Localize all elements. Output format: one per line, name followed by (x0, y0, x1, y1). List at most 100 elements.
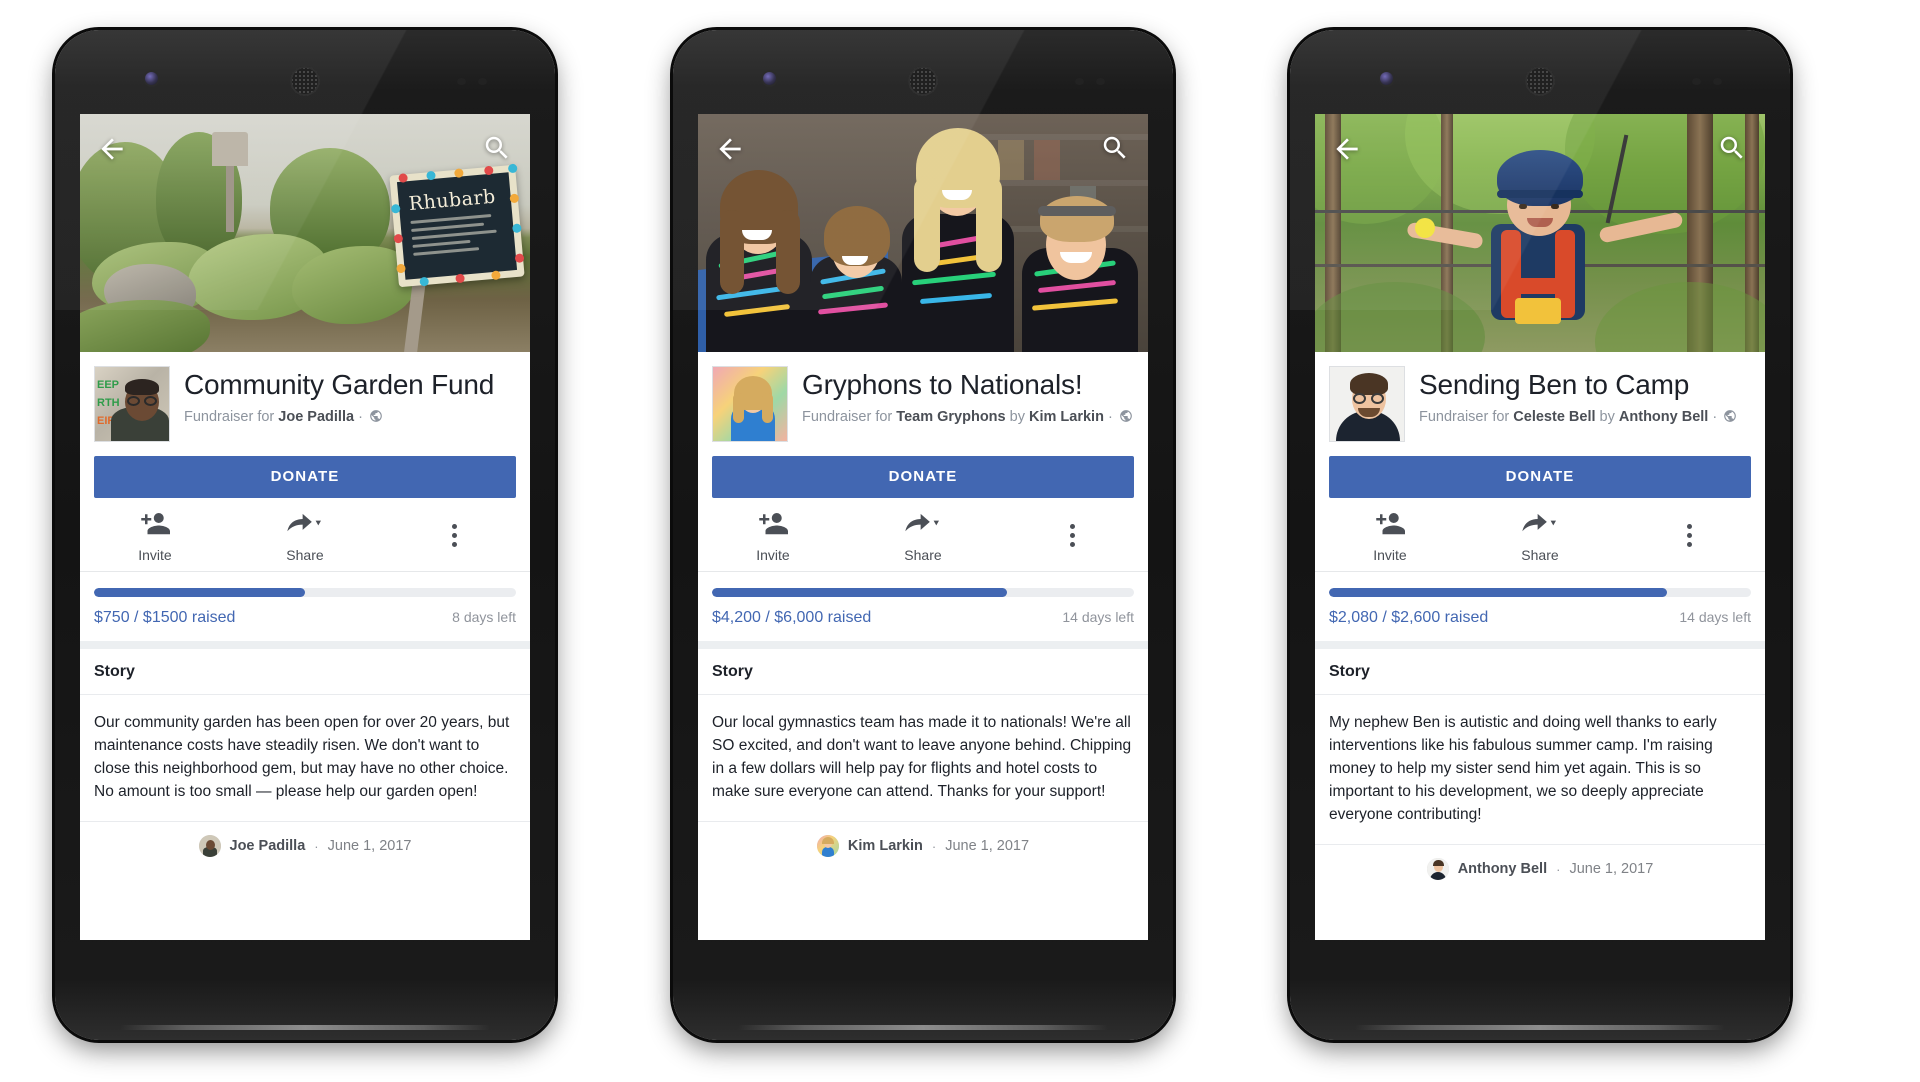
donate-button[interactable]: DONATE (712, 456, 1134, 498)
story-heading: Story (698, 649, 1148, 695)
phone-device-3: Sending Ben to Camp Fundraiser for Celes… (1290, 30, 1790, 1040)
top-nav-3 (1315, 114, 1765, 184)
progress-bar-track (94, 588, 516, 597)
story-byline-3: Anthony Bell · June 1, 2017 (1315, 845, 1765, 893)
days-left: 14 days left (1062, 609, 1134, 625)
search-icon[interactable] (1717, 133, 1749, 165)
organizer-name: Kim Larkin (1029, 409, 1104, 425)
story-text: Our local gymnastics team has made it to… (698, 695, 1148, 822)
front-camera-icon (763, 72, 776, 85)
organizer-prefix: by (1599, 409, 1615, 425)
days-left: 14 days left (1679, 609, 1751, 625)
donate-button[interactable]: DONATE (94, 456, 516, 498)
profile-text-1: Community Garden Fund Fundraiser for Joe… (170, 366, 494, 430)
globe-icon (369, 408, 383, 430)
share-arrow-icon (1520, 508, 1560, 543)
donate-button[interactable]: DONATE (1329, 456, 1751, 498)
author-name[interactable]: Joe Padilla (230, 838, 306, 854)
invite-label: Invite (138, 547, 172, 563)
more-options-button[interactable] (380, 517, 530, 555)
fundraiser-profile-2: Gryphons to Nationals! Fundraiser for Te… (698, 352, 1148, 450)
beneficiary-name: Joe Padilla (278, 409, 355, 425)
progress-section-2: $4,200 / $6,000 raised 14 days left (698, 572, 1148, 649)
kim-larkin-avatar (713, 367, 787, 441)
top-nav-1 (80, 114, 530, 184)
search-icon[interactable] (482, 133, 514, 165)
search-icon[interactable] (1100, 133, 1132, 165)
proximity-sensors-icon (457, 78, 487, 85)
proximity-sensors-icon (1075, 78, 1105, 85)
page-title: Sending Ben to Camp (1419, 369, 1690, 400)
front-camera-icon (145, 72, 158, 85)
byline-dot: · (1556, 861, 1561, 877)
phone-device-2: Gryphons to Nationals! Fundraiser for Te… (673, 30, 1173, 1040)
progress-stats-2: $4,200 / $6,000 raised 14 days left (712, 609, 1134, 627)
fundraiser-subtitle: Fundraiser for Team Gryphons by Kim Lark… (802, 406, 1133, 430)
earpiece-speaker-icon (908, 66, 938, 96)
phone-device-1: Rhubarb EEP RTH Community Garden Fund Fu… (55, 30, 555, 1040)
person-add-icon (1375, 508, 1405, 543)
author-avatar (816, 835, 839, 857)
action-row-3: Invite Share (1315, 498, 1765, 572)
story-byline-2: Kim Larkin · June 1, 2017 (698, 822, 1148, 870)
screenshot-canvas: Rhubarb EEP RTH Community Garden Fund Fu… (0, 0, 1920, 1082)
cover-photo-3 (1315, 114, 1765, 352)
progress-bar-track (1329, 588, 1751, 597)
invite-label: Invite (1373, 547, 1407, 563)
earpiece-speaker-icon (1525, 66, 1555, 96)
progress-stats-3: $2,080 / $2,600 raised 14 days left (1329, 609, 1751, 627)
progress-stats-1: $750 / $1500 raised 8 days left (94, 609, 516, 627)
author-name[interactable]: Anthony Bell (1458, 861, 1547, 877)
story-heading: Story (1315, 649, 1765, 695)
share-button[interactable]: Share (848, 508, 998, 563)
invite-button[interactable]: Invite (698, 508, 848, 563)
globe-icon (1119, 408, 1133, 430)
byline-dot: · (931, 838, 937, 854)
share-label: Share (1521, 547, 1559, 563)
fundraiser-subtitle: Fundraiser for Celeste Bell by Anthony B… (1419, 406, 1737, 430)
proximity-sensors-icon (1692, 78, 1722, 85)
beneficiary-name: Celeste Bell (1513, 409, 1596, 425)
arrow-left-icon[interactable] (1331, 133, 1363, 165)
progress-bar-fill (1329, 588, 1667, 597)
profile-text-2: Gryphons to Nationals! Fundraiser for Te… (788, 366, 1133, 430)
phone-top-bezel (1290, 30, 1790, 114)
arrow-left-icon[interactable] (96, 133, 128, 165)
profile-text-3: Sending Ben to Camp Fundraiser for Celes… (1405, 366, 1737, 430)
donate-wrap-2: DONATE (698, 450, 1148, 498)
kebab-menu-icon (452, 517, 458, 555)
avatar: EEP RTH EIRD (94, 366, 170, 442)
kebab-menu-icon (1687, 517, 1693, 555)
organizer-name: Anthony Bell (1618, 409, 1709, 425)
subtitle-prefix: Fundraiser for (184, 409, 275, 425)
story-text: Our community garden has been open for o… (80, 695, 530, 822)
phone-screen-3: Sending Ben to Camp Fundraiser for Celes… (1315, 114, 1765, 940)
more-options-button[interactable] (1615, 517, 1765, 555)
organizer-prefix: by (1009, 409, 1025, 425)
story-heading: Story (80, 649, 530, 695)
story-text: My nephew Ben is autistic and doing well… (1315, 695, 1765, 845)
byline-dot: · (1712, 409, 1718, 425)
page-title: Community Garden Fund (184, 369, 495, 400)
invite-button[interactable]: Invite (80, 508, 230, 563)
action-row-2: Invite Share (698, 498, 1148, 572)
share-button[interactable]: Share (230, 508, 380, 563)
invite-button[interactable]: Invite (1315, 508, 1465, 563)
author-avatar (198, 835, 221, 857)
more-options-button[interactable] (998, 517, 1148, 555)
byline-dot: · (358, 409, 363, 425)
amount-raised: $4,200 / $6,000 raised (712, 609, 872, 626)
donate-wrap-1: DONATE (80, 450, 530, 498)
author-name[interactable]: Kim Larkin (848, 838, 923, 854)
phone-top-bezel (673, 30, 1173, 114)
arrow-left-icon[interactable] (714, 133, 746, 165)
front-camera-icon (1380, 72, 1393, 85)
avatar (1329, 366, 1405, 442)
byline-dot: · (1107, 409, 1113, 425)
share-button[interactable]: Share (1465, 508, 1615, 563)
fundraiser-profile-1: EEP RTH EIRD Community Garden Fund Fundr… (80, 352, 530, 450)
person-add-icon (758, 508, 788, 543)
author-avatar (1426, 858, 1449, 880)
kebab-menu-icon (1070, 517, 1076, 555)
byline-dot: · (314, 838, 319, 854)
